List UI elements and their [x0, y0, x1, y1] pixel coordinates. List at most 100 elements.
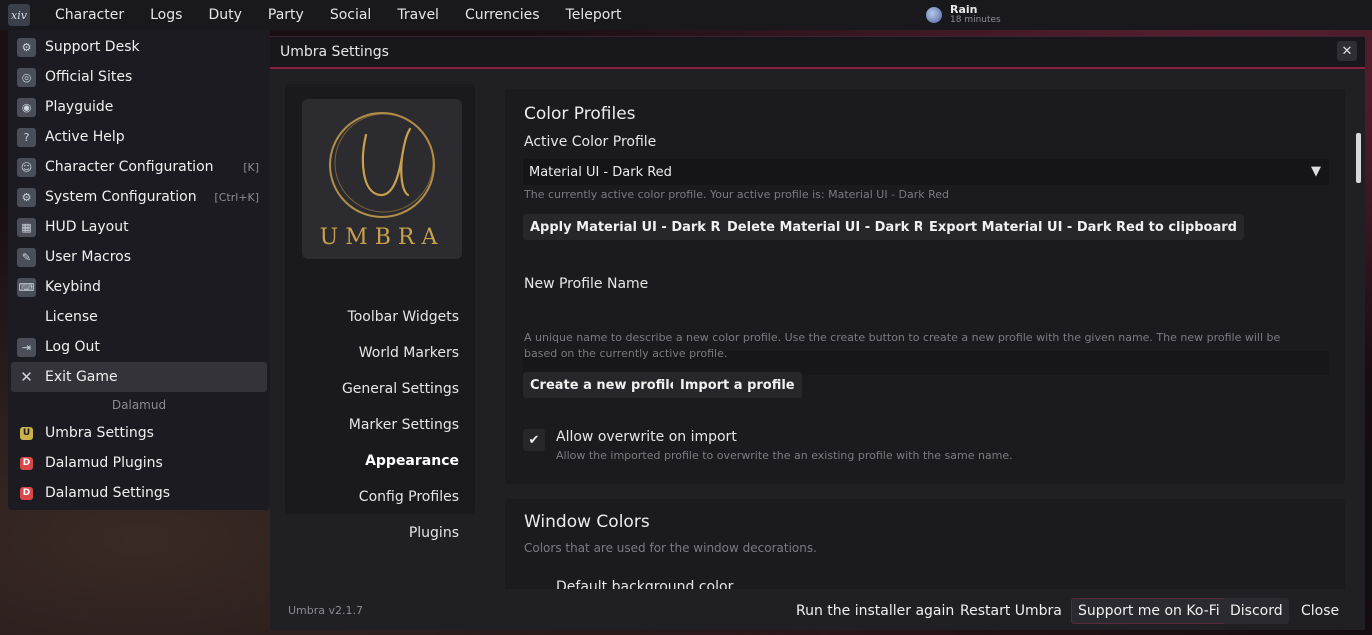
menu-item-label: Umbra Settings: [45, 425, 154, 441]
content-scrollbar[interactable]: [1356, 133, 1361, 183]
menu-item-umbra-settings[interactable]: U Umbra Settings: [11, 418, 267, 448]
run-installer-button[interactable]: Run the installer again: [790, 598, 960, 624]
toolbar-teleport[interactable]: Teleport: [553, 7, 635, 23]
logout-icon: ⇥: [17, 337, 36, 357]
menu-item-label: Keybind: [45, 279, 101, 295]
default-background-color-label[interactable]: Default background color: [556, 579, 733, 589]
active-profile-select[interactable]: Material UI - Dark Red ▼: [523, 159, 1329, 185]
dropdown-arrow-icon: ▼: [1311, 164, 1321, 179]
overwrite-checkbox[interactable]: ✔: [523, 429, 545, 451]
settings-nav-pane: UMBRA Toolbar Widgets World Markers Gene…: [285, 84, 475, 541]
keybind-icon: ⌨: [17, 277, 36, 297]
new-profile-name-hint: A unique name to describe a new color pr…: [524, 331, 1281, 360]
menu-item-character-configuration[interactable]: ☺ Character Configuration [K]: [11, 152, 267, 182]
menu-item-active-help[interactable]: ? Active Help: [11, 122, 267, 152]
restart-umbra-button[interactable]: Restart Umbra: [954, 598, 1068, 624]
menu-item-exit-game[interactable]: ✕ Exit Game: [11, 362, 267, 392]
umbra-settings-window: Umbra Settings ✕ UMBRA Toolbar Widgets W…: [270, 36, 1365, 630]
menu-item-label: System Configuration: [45, 189, 197, 205]
menu-item-shortcut: [Ctrl+K]: [214, 190, 259, 204]
nav-marker-settings[interactable]: Marker Settings: [349, 417, 459, 433]
settings-content-pane: Color Profiles Active Color Profile Mate…: [505, 84, 1345, 589]
active-profile-label: Active Color Profile: [524, 134, 657, 150]
window-colors-heading: Window Colors: [524, 512, 650, 532]
menu-item-label: License: [45, 309, 98, 325]
menu-item-system-configuration[interactable]: ⚙ System Configuration [Ctrl+K]: [11, 182, 267, 212]
umbra-logo: UMBRA: [302, 99, 462, 259]
support-icon: ⚙: [17, 37, 36, 57]
xiv-logo-icon[interactable]: xiv: [8, 4, 30, 26]
nav-appearance[interactable]: Appearance: [365, 453, 459, 469]
window-titlebar[interactable]: Umbra Settings: [270, 37, 1365, 69]
menu-item-dalamud-settings[interactable]: D Dalamud Settings: [11, 478, 267, 508]
menu-item-label: Exit Game: [45, 369, 118, 385]
toolbar-party[interactable]: Party: [255, 7, 317, 23]
export-profile-button[interactable]: Export Material UI - Dark Red to clipboa…: [922, 214, 1244, 240]
umbra-logo-emblem-icon: [329, 112, 435, 218]
main-menu: ⚙ Support Desk ◎ Official Sites ◉ Playgu…: [8, 30, 270, 510]
weather-time: 18 minutes: [950, 15, 1001, 25]
blank-icon: [17, 308, 36, 327]
overwrite-hint: Allow the imported profile to overwrite …: [556, 449, 1013, 462]
window-colors-panel: Window Colors Colors that are used for t…: [505, 499, 1345, 589]
toolbar-travel[interactable]: Travel: [384, 7, 452, 23]
nav-toolbar-widgets[interactable]: Toolbar Widgets: [348, 309, 459, 325]
menu-item-user-macros[interactable]: ✎ User Macros: [11, 242, 267, 272]
dalamud-badge-icon: D: [20, 486, 33, 500]
globe-icon: ◎: [17, 67, 36, 87]
macro-icon: ✎: [17, 247, 36, 267]
toolbar-social[interactable]: Social: [317, 7, 385, 23]
nav-config-profiles[interactable]: Config Profiles: [359, 489, 459, 505]
toolbar-logs[interactable]: Logs: [137, 7, 195, 23]
weather-widget[interactable]: Rain 18 minutes: [926, 4, 1001, 26]
menu-item-label: Official Sites: [45, 69, 133, 85]
rain-weather-icon: [926, 7, 942, 23]
apply-profile-button[interactable]: Apply Material UI - Dark Red: [523, 214, 746, 240]
weather-name: Rain: [950, 3, 978, 16]
menu-item-shortcut: [K]: [243, 160, 259, 174]
menu-section-dalamud: Dalamud: [111, 398, 167, 412]
menu-item-official-sites[interactable]: ◎ Official Sites: [11, 62, 267, 92]
umbra-logo-word: UMBRA: [319, 225, 445, 250]
active-profile-hint: The currently active color profile. Your…: [524, 188, 950, 201]
toolbar-currencies[interactable]: Currencies: [452, 7, 553, 23]
checkmark-icon: ✔: [528, 432, 540, 448]
dalamud-badge-icon: D: [20, 456, 33, 470]
overwrite-label[interactable]: Allow overwrite on import: [556, 429, 737, 445]
nav-plugins[interactable]: Plugins: [409, 525, 459, 541]
window-close-button[interactable]: ✕: [1337, 41, 1357, 61]
menu-item-label: Log Out: [45, 339, 100, 355]
import-profile-button[interactable]: Import a profile: [673, 372, 802, 398]
discord-button[interactable]: Discord: [1224, 598, 1289, 624]
umbra-badge-icon: U: [20, 426, 33, 440]
toolbar-duty[interactable]: Duty: [195, 7, 254, 23]
window-colors-hint: Colors that are used for the window deco…: [524, 541, 817, 555]
menu-item-support-desk[interactable]: ⚙ Support Desk: [11, 32, 267, 62]
version-label: Umbra v2.1.7: [288, 604, 364, 617]
menu-item-dalamud-plugins[interactable]: D Dalamud Plugins: [11, 448, 267, 478]
close-icon: ✕: [20, 368, 33, 386]
color-profiles-panel: Color Profiles Active Color Profile Mate…: [505, 89, 1345, 484]
menu-item-label: HUD Layout: [45, 219, 129, 235]
menu-item-label: Playguide: [45, 99, 114, 115]
window-footer: Umbra v2.1.7 Run the installer again Res…: [270, 592, 1365, 630]
nav-world-markers[interactable]: World Markers: [359, 345, 459, 361]
active-profile-value: Material UI - Dark Red: [529, 164, 672, 180]
nav-general-settings[interactable]: General Settings: [342, 381, 459, 397]
window-title: Umbra Settings: [280, 44, 389, 60]
toolbar-character[interactable]: Character: [42, 7, 137, 23]
create-profile-button[interactable]: Create a new profile: [523, 372, 686, 398]
menu-item-log-out[interactable]: ⇥ Log Out: [11, 332, 267, 362]
new-profile-name-label: New Profile Name: [524, 276, 649, 292]
close-button[interactable]: Close: [1295, 598, 1345, 624]
book-icon: ◉: [17, 97, 36, 117]
delete-profile-button[interactable]: Delete Material UI - Dark Red: [720, 214, 949, 240]
menu-item-license[interactable]: License: [11, 302, 267, 332]
menu-item-keybind[interactable]: ⌨ Keybind: [11, 272, 267, 302]
support-kofi-button[interactable]: Support me on Ko-Fi: [1071, 598, 1227, 624]
menu-item-playguide[interactable]: ◉ Playguide: [11, 92, 267, 122]
character-config-icon: ☺: [17, 157, 36, 177]
menu-item-label: User Macros: [45, 249, 132, 265]
menu-item-hud-layout[interactable]: ▦ HUD Layout: [11, 212, 267, 242]
menu-item-label: Support Desk: [45, 39, 140, 55]
